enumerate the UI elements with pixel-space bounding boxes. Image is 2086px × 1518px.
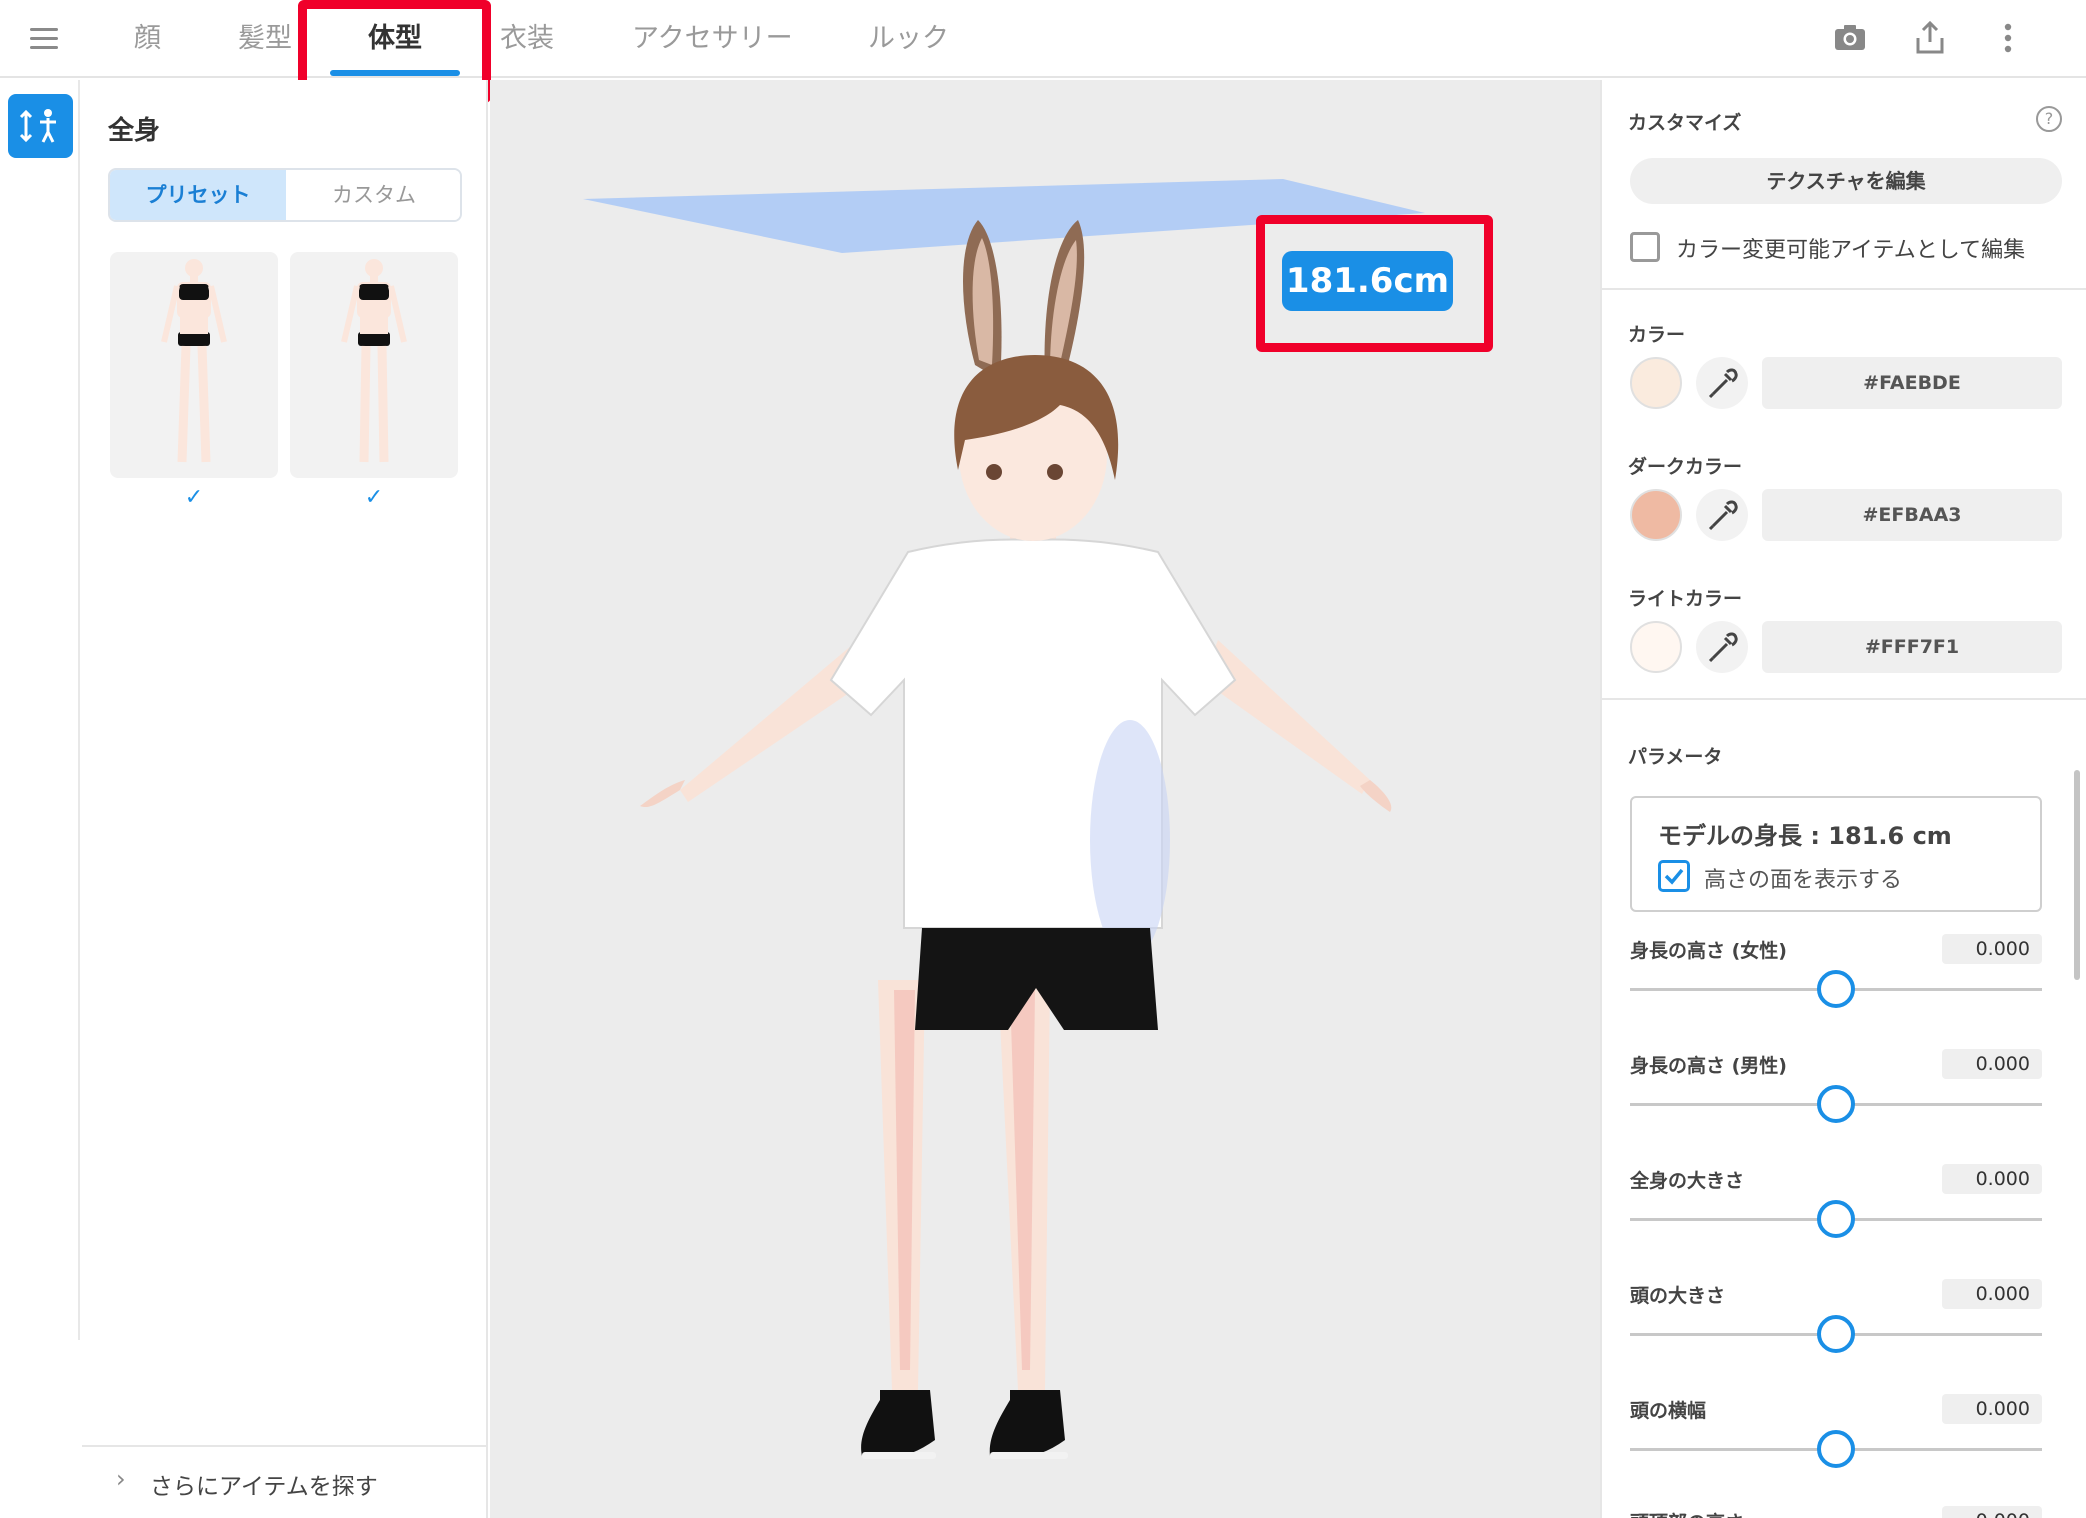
color-changeable-label: カラー変更可能アイテムとして編集 — [1676, 238, 2026, 263]
tab-accessory[interactable]: アクセサリー — [632, 16, 793, 55]
body-type-icon[interactable] — [8, 94, 73, 158]
dark-color-hex-value[interactable]: #EFBAA3 — [1762, 489, 2062, 541]
body-preset-panel: 全身 プリセット カスタム ✓ ✓ › さらにアイテムを探す — [82, 80, 488, 1518]
color-label: カラー — [1628, 324, 1686, 346]
divider — [1602, 698, 2086, 700]
more-vert-icon[interactable] — [1988, 18, 2028, 58]
edit-texture-button[interactable]: テクスチャを編集 — [1630, 158, 2062, 204]
color-hex-value[interactable]: #FAEBDE — [1762, 357, 2062, 409]
param-slider-thumb[interactable] — [1817, 970, 1855, 1008]
parameters-title: パラメータ — [1628, 746, 1723, 768]
param-slider-thumb[interactable] — [1817, 1085, 1855, 1123]
find-more-items-button[interactable]: › さらにアイテムを探す — [82, 1445, 486, 1518]
eyedropper-icon[interactable] — [1696, 357, 1748, 409]
hamburger-menu-icon[interactable] — [30, 26, 64, 52]
tab-hairstyle[interactable]: 髪型 — [238, 16, 292, 55]
preset-thumbnail-2[interactable] — [290, 252, 458, 478]
param-value[interactable]: 0.000 — [1942, 1164, 2042, 1194]
param-label: 頭頂部の高さ — [1630, 1508, 1744, 1518]
chevron-right-icon: › — [116, 1465, 126, 1493]
model-height-box: モデルの身長 : 181.6 cm 高さの面を表示する — [1630, 796, 2042, 912]
param-value[interactable]: 0.000 — [1942, 934, 2042, 964]
light-color-hex-value[interactable]: #FFF7F1 — [1762, 621, 2062, 673]
checkmark-icon: ✓ — [184, 485, 204, 510]
help-icon[interactable]: ? — [2036, 106, 2062, 132]
find-more-items-label: さらにアイテムを探す — [150, 1474, 378, 1500]
tab-look[interactable]: ルック — [868, 16, 949, 55]
divider — [1602, 288, 2086, 290]
param-value[interactable]: 0.000 — [1942, 1394, 2042, 1424]
share-icon[interactable] — [1910, 18, 1950, 58]
color-swatch[interactable] — [1630, 357, 1682, 409]
light-color-label: ライトカラー — [1628, 588, 1743, 610]
panel-scrollbar[interactable] — [2074, 770, 2080, 980]
customize-title: カスタマイズ — [1628, 112, 1742, 134]
param-slider-thumb[interactable] — [1817, 1430, 1855, 1468]
model-height-text: モデルの身長 : 181.6 cm — [1658, 822, 1952, 850]
param-value[interactable]: 0.000 — [1942, 1506, 2042, 1518]
show-height-plane-label: 高さの面を表示する — [1704, 868, 1903, 893]
param-value[interactable]: 0.000 — [1942, 1049, 2042, 1079]
tab-face[interactable]: 顔 — [134, 16, 161, 55]
camera-icon[interactable] — [1830, 18, 1870, 58]
param-value[interactable]: 0.000 — [1942, 1279, 2042, 1309]
preset-thumbnail-1[interactable] — [110, 252, 278, 478]
dark-color-label: ダークカラー — [1628, 456, 1743, 478]
param-label: 頭の大きさ — [1630, 1285, 1726, 1307]
preset-custom-toggle: プリセット カスタム — [108, 168, 462, 222]
panel-title: 全身 — [108, 116, 161, 146]
checkmark-icon: ✓ — [364, 485, 384, 510]
custom-segment[interactable]: カスタム — [286, 170, 460, 220]
preset-segment[interactable]: プリセット — [110, 170, 286, 220]
param-slider-thumb[interactable] — [1817, 1200, 1855, 1238]
color-changeable-checkbox[interactable] — [1630, 232, 1660, 262]
eyedropper-icon[interactable] — [1696, 621, 1748, 673]
dark-color-swatch[interactable] — [1630, 489, 1682, 541]
customize-panel: カスタマイズ ? テクスチャを編集 カラー変更可能アイテムとして編集 カラー #… — [1600, 80, 2086, 1518]
light-color-swatch[interactable] — [1630, 621, 1682, 673]
height-label-highlight-box — [1256, 215, 1493, 352]
show-height-plane-checkbox[interactable] — [1658, 860, 1690, 892]
param-label: 身長の高さ (女性) — [1630, 940, 1787, 962]
param-label: 頭の横幅 — [1630, 1400, 1707, 1422]
param-label: 全身の大きさ — [1630, 1170, 1745, 1192]
left-rail — [0, 80, 80, 1340]
tab-costume[interactable]: 衣装 — [500, 16, 554, 55]
eyedropper-icon[interactable] — [1696, 489, 1748, 541]
param-slider-thumb[interactable] — [1817, 1315, 1855, 1353]
param-label: 身長の高さ (男性) — [1630, 1055, 1787, 1077]
